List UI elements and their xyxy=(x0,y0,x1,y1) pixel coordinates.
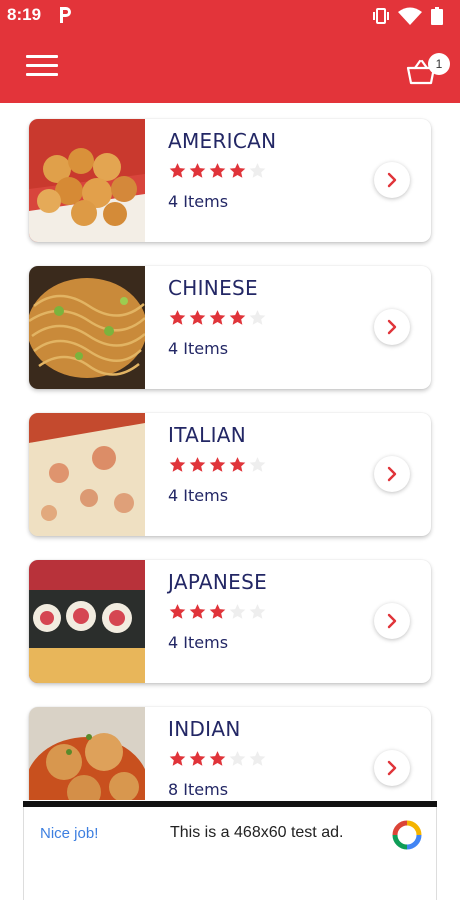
wifi-icon xyxy=(398,7,422,25)
open-category-button[interactable] xyxy=(374,603,410,639)
ad-banner[interactable]: Nice job! This is a 468x60 test ad. xyxy=(23,807,437,900)
star-filled-icon xyxy=(189,163,206,178)
category-list[interactable]: AMERICAN 4 Items CHINESE 4 Items ITALIAN… xyxy=(0,103,460,800)
star-empty-icon xyxy=(249,310,266,325)
ad-text: This is a 468x60 test ad. xyxy=(170,824,344,841)
category-card-indian[interactable]: INDIAN 8 Items xyxy=(29,707,431,800)
star-filled-icon xyxy=(189,751,206,766)
star-filled-icon xyxy=(189,457,206,472)
category-card-italian[interactable]: ITALIAN 4 Items xyxy=(29,413,431,536)
rating-stars xyxy=(168,603,268,623)
star-filled-icon xyxy=(169,310,186,325)
star-filled-icon xyxy=(189,604,206,619)
star-filled-icon xyxy=(169,457,186,472)
item-count: 4 Items xyxy=(168,339,229,358)
category-name: INDIAN xyxy=(168,717,241,741)
rating-stars xyxy=(168,750,268,770)
chevron-right-icon xyxy=(387,172,397,188)
category-card-chinese[interactable]: CHINESE 4 Items xyxy=(29,266,431,389)
star-empty-icon xyxy=(249,163,266,178)
star-empty-icon xyxy=(249,604,266,619)
status-bar: 8:19 xyxy=(0,0,460,32)
category-card-japanese[interactable]: JAPANESE 4 Items xyxy=(29,560,431,683)
rating-stars xyxy=(168,162,268,182)
item-count: 8 Items xyxy=(168,780,229,799)
category-card-american[interactable]: AMERICAN 4 Items xyxy=(29,119,431,242)
item-count: 4 Items xyxy=(168,192,229,211)
item-count: 4 Items xyxy=(168,486,229,505)
chevron-right-icon xyxy=(387,613,397,629)
star-filled-icon xyxy=(169,751,186,766)
category-name: AMERICAN xyxy=(168,129,277,153)
cart-button[interactable]: 1 xyxy=(406,51,450,87)
status-icons xyxy=(373,7,443,25)
japanese-food-image xyxy=(29,560,145,683)
star-filled-icon xyxy=(209,310,226,325)
star-filled-icon xyxy=(209,163,226,178)
star-filled-icon xyxy=(169,163,186,178)
open-category-button[interactable] xyxy=(374,750,410,786)
indian-food-image xyxy=(29,707,145,800)
american-food-image xyxy=(29,119,145,242)
item-count: 4 Items xyxy=(168,633,229,652)
chevron-right-icon xyxy=(387,466,397,482)
star-filled-icon xyxy=(229,163,246,178)
vibrate-icon xyxy=(373,8,389,24)
hamburger-menu-icon[interactable] xyxy=(26,55,60,81)
ad-label: Nice job! xyxy=(40,825,99,842)
star-empty-icon xyxy=(249,751,266,766)
category-name: CHINESE xyxy=(168,276,258,300)
category-name: JAPANESE xyxy=(168,570,268,594)
open-category-button[interactable] xyxy=(374,456,410,492)
star-empty-icon xyxy=(229,604,246,619)
chevron-right-icon xyxy=(387,319,397,335)
chevron-right-icon xyxy=(387,760,397,776)
battery-icon xyxy=(431,7,443,25)
rating-stars xyxy=(168,456,268,476)
category-name: ITALIAN xyxy=(168,423,247,447)
open-category-button[interactable] xyxy=(374,162,410,198)
star-filled-icon xyxy=(209,604,226,619)
star-filled-icon xyxy=(209,751,226,766)
cart-count-badge: 1 xyxy=(428,53,450,75)
ad-logo-icon xyxy=(392,820,422,850)
chinese-food-image xyxy=(29,266,145,389)
status-time: 8:19 xyxy=(7,5,42,24)
star-empty-icon xyxy=(249,457,266,472)
star-filled-icon xyxy=(189,310,206,325)
open-category-button[interactable] xyxy=(374,309,410,345)
star-filled-icon xyxy=(209,457,226,472)
star-empty-icon xyxy=(229,751,246,766)
star-filled-icon xyxy=(229,310,246,325)
app-bar: 1 xyxy=(0,32,460,103)
star-filled-icon xyxy=(229,457,246,472)
rating-stars xyxy=(168,309,268,329)
italian-food-image xyxy=(29,413,145,536)
star-filled-icon xyxy=(169,604,186,619)
p-app-icon xyxy=(60,7,71,23)
